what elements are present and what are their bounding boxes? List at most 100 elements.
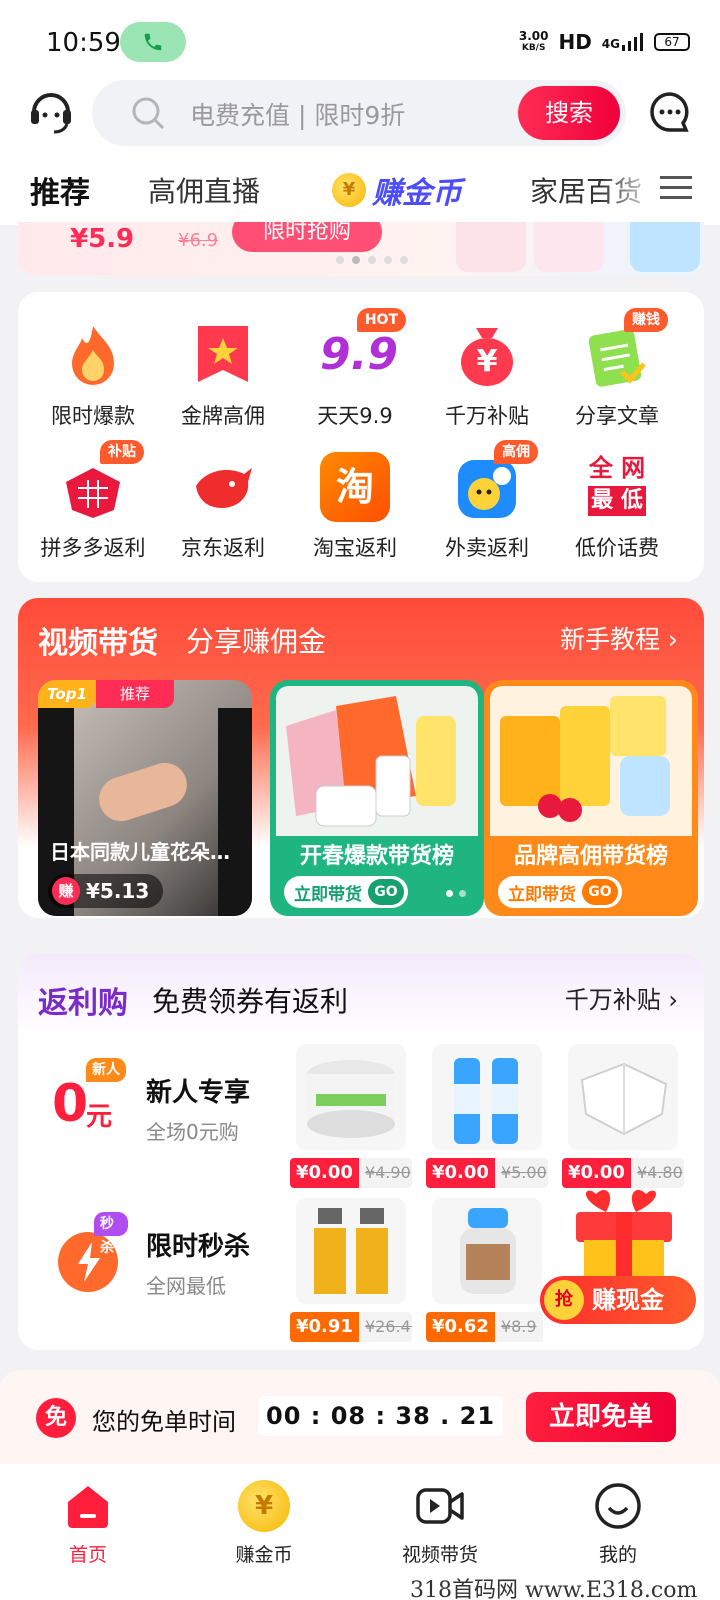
start-selling-button[interactable]: 立即带货 GO bbox=[284, 876, 408, 908]
gold-star-bookmark-icon bbox=[188, 320, 258, 390]
product-old-price: ¥8.9 bbox=[494, 1312, 543, 1342]
promo-banner[interactable]: ¥5.9 ¥6.9 限时抢购 bbox=[18, 222, 704, 276]
products-image bbox=[490, 686, 692, 836]
alarm-clock-icon: 秒杀 bbox=[48, 1212, 128, 1298]
net-speed: 3.00 KB/S bbox=[518, 29, 549, 53]
nav-label: 赚金币 bbox=[235, 1544, 293, 1566]
money-bag-icon: ¥ bbox=[452, 320, 522, 390]
product-card[interactable]: ¥0.62 ¥8.9 bbox=[426, 1198, 548, 1342]
phone-icon bbox=[144, 33, 162, 51]
free-order-text: 您的免单时间 bbox=[92, 1408, 236, 1436]
message-icon[interactable] bbox=[648, 90, 692, 138]
product-card[interactable]: ¥0.00 ¥5.00 bbox=[426, 1044, 548, 1188]
grid-item-takeout-rebate[interactable]: 高佣 外卖返利 bbox=[420, 440, 554, 562]
grid-item-share-article[interactable]: 赚钱 分享文章 bbox=[550, 308, 684, 430]
product-card[interactable]: ¥0.00 ¥4.80 bbox=[562, 1044, 684, 1188]
nav-earn-coins[interactable]: ¥ 赚金币 bbox=[204, 1480, 324, 1567]
nav-video-sales[interactable]: 视频带货 bbox=[380, 1480, 500, 1567]
grid-item-gold-commission[interactable]: 金牌高佣 bbox=[156, 320, 290, 430]
notepad-icon: 赚钱 bbox=[582, 308, 668, 390]
grid-item-phone-fee[interactable]: 全 网 最 低 低价话费 bbox=[550, 452, 684, 562]
grid-item-jd-rebate[interactable]: 京东返利 bbox=[156, 452, 290, 562]
tab-earn-coins[interactable]: ¥ 赚金币 bbox=[332, 168, 462, 212]
card-title: 品牌高佣带货榜 bbox=[513, 844, 668, 869]
menu-icon[interactable] bbox=[660, 174, 692, 206]
tab-live[interactable]: 高佣直播 bbox=[148, 170, 260, 210]
grid-label: 外卖返利 bbox=[445, 536, 529, 560]
pinduoduo-icon: 补贴 bbox=[58, 440, 144, 522]
tab-recommend[interactable]: 推荐 bbox=[30, 168, 90, 212]
video-camera-icon bbox=[414, 1480, 466, 1532]
spring-hot-list-card[interactable]: 开春爆款带货榜 立即带货 GO bbox=[270, 680, 484, 916]
row-desc: 全网最低 bbox=[146, 1274, 226, 1298]
search-icon bbox=[132, 97, 165, 130]
section-subtitle: 分享赚佣金 bbox=[186, 625, 327, 658]
products-image bbox=[276, 686, 478, 836]
free-order-bar: 免 您的免单时间 00 : 08 : 38 . 21 立即免单 bbox=[0, 1370, 720, 1464]
row-name: 限时秒杀 bbox=[146, 1232, 251, 1262]
product-price: ¥0.00 bbox=[290, 1158, 359, 1188]
product-price: ¥0.62 bbox=[426, 1312, 495, 1342]
banner-buy-button[interactable]: 限时抢购 bbox=[232, 222, 382, 252]
chevron-right-icon: › bbox=[668, 986, 678, 1014]
grid-item-pdd-rebate[interactable]: 补贴 拼多多返利 bbox=[26, 440, 160, 562]
category-tabs: 推荐 高佣直播 ¥ 赚金币 家居百货 bbox=[0, 164, 720, 214]
status-bar: 10:59 3.00 KB/S HD 4G 67 bbox=[0, 0, 720, 80]
grid-item-daily-99[interactable]: 9.9 HOT 天天9.9 bbox=[288, 308, 422, 430]
grid-label: 限时爆款 bbox=[51, 404, 135, 428]
subsidy-link[interactable]: 千万补贴 › bbox=[565, 980, 678, 1015]
product-card[interactable]: ¥0.91¥26.47 bbox=[290, 1198, 412, 1342]
customer-service-icon[interactable] bbox=[26, 86, 76, 136]
row-name: 新人专享 bbox=[146, 1078, 251, 1108]
grid-label: 千万补贴 bbox=[445, 404, 529, 428]
banner-product-image bbox=[534, 222, 604, 272]
subsidy-badge: 补贴 bbox=[100, 440, 144, 464]
taobao-icon: 淘 bbox=[320, 452, 390, 522]
high-commission-badge: 高佣 bbox=[494, 440, 538, 464]
nav-profile[interactable]: 我的 bbox=[558, 1480, 678, 1567]
video-card[interactable]: Top1 推荐 日本同款儿童花朵… 赚 ¥5.13 bbox=[38, 680, 252, 916]
video-sales-section: 视频带货 分享赚佣金 新手教程 › Top1 推荐 日本同款儿童花朵… 赚 ¥5… bbox=[18, 598, 704, 918]
search-bar[interactable]: 电费充值 | 限时9折 搜索 bbox=[92, 80, 626, 146]
status-time: 10:59 bbox=[46, 28, 121, 58]
ongoing-call-pill[interactable] bbox=[120, 22, 186, 62]
start-selling-button[interactable]: 立即带货 GO bbox=[498, 876, 622, 908]
nav-home[interactable]: 首页 bbox=[28, 1480, 148, 1567]
tab-earn-coins-label: 赚金币 bbox=[372, 176, 462, 211]
product-card[interactable]: ¥0.00 ¥4.90 bbox=[290, 1044, 412, 1188]
flash-sale-badge: 秒杀 bbox=[94, 1212, 128, 1256]
banner-price: ¥5.9 bbox=[70, 224, 135, 254]
earn-badge: 赚钱 bbox=[624, 308, 668, 332]
grid-item-hot-deals[interactable]: 限时爆款 bbox=[26, 320, 160, 430]
product-price: ¥0.00 bbox=[426, 1158, 495, 1188]
product-image bbox=[296, 1198, 406, 1304]
nav-label: 视频带货 bbox=[401, 1544, 478, 1566]
tutorial-link[interactable]: 新手教程 › bbox=[560, 620, 678, 656]
search-input[interactable]: 电费充值 | 限时9折 bbox=[190, 96, 405, 132]
signal-icon bbox=[622, 33, 643, 51]
section-subtitle: 免费领券有返利 bbox=[152, 985, 349, 1018]
grid-label: 低价话费 bbox=[575, 536, 659, 560]
top-header: 电费充值 | 限时9折 搜索 推荐 高佣直播 ¥ 赚金币 家居百货 bbox=[0, 80, 720, 225]
new-user-row[interactable]: 0 元 新人 新人专享 全场0元购 ¥0.00 ¥4.90 ¥0.00 ¥5.00 … bbox=[18, 1034, 704, 1188]
search-button[interactable]: 搜索 bbox=[518, 86, 620, 140]
grid-label: 天天9.9 bbox=[317, 404, 393, 428]
grid-item-taobao-rebate[interactable]: 淘 淘宝返利 bbox=[288, 452, 422, 562]
product-image bbox=[568, 1044, 678, 1150]
go-icon: GO bbox=[582, 879, 618, 905]
grid-item-subsidy[interactable]: ¥ 千万补贴 bbox=[420, 320, 554, 430]
section-title: 返利购 bbox=[38, 986, 128, 1021]
nav-label: 首页 bbox=[68, 1544, 107, 1566]
earn-cash-float[interactable]: 赚现金 抢 bbox=[540, 1184, 710, 1340]
free-order-button[interactable]: 立即免单 bbox=[526, 1392, 676, 1442]
brand-high-commission-card[interactable]: 品牌高佣带货榜 立即带货 GO bbox=[484, 680, 698, 916]
video-product-name: 日本同款儿童花朵… bbox=[50, 840, 230, 864]
grid-label: 分享文章 bbox=[575, 404, 659, 428]
banner-pagination bbox=[336, 256, 408, 264]
gold-coin-icon: ¥ bbox=[238, 1480, 290, 1532]
earn-icon: 赚 bbox=[52, 877, 80, 905]
section-title: 视频带货 bbox=[38, 626, 158, 661]
product-price: ¥0.91 bbox=[290, 1312, 359, 1342]
go-icon: GO bbox=[368, 879, 404, 905]
feature-grid: 限时爆款 金牌高佣 9.9 HOT 天天9.9 ¥ 千万补贴 赚钱 分享文章 补… bbox=[18, 292, 704, 582]
